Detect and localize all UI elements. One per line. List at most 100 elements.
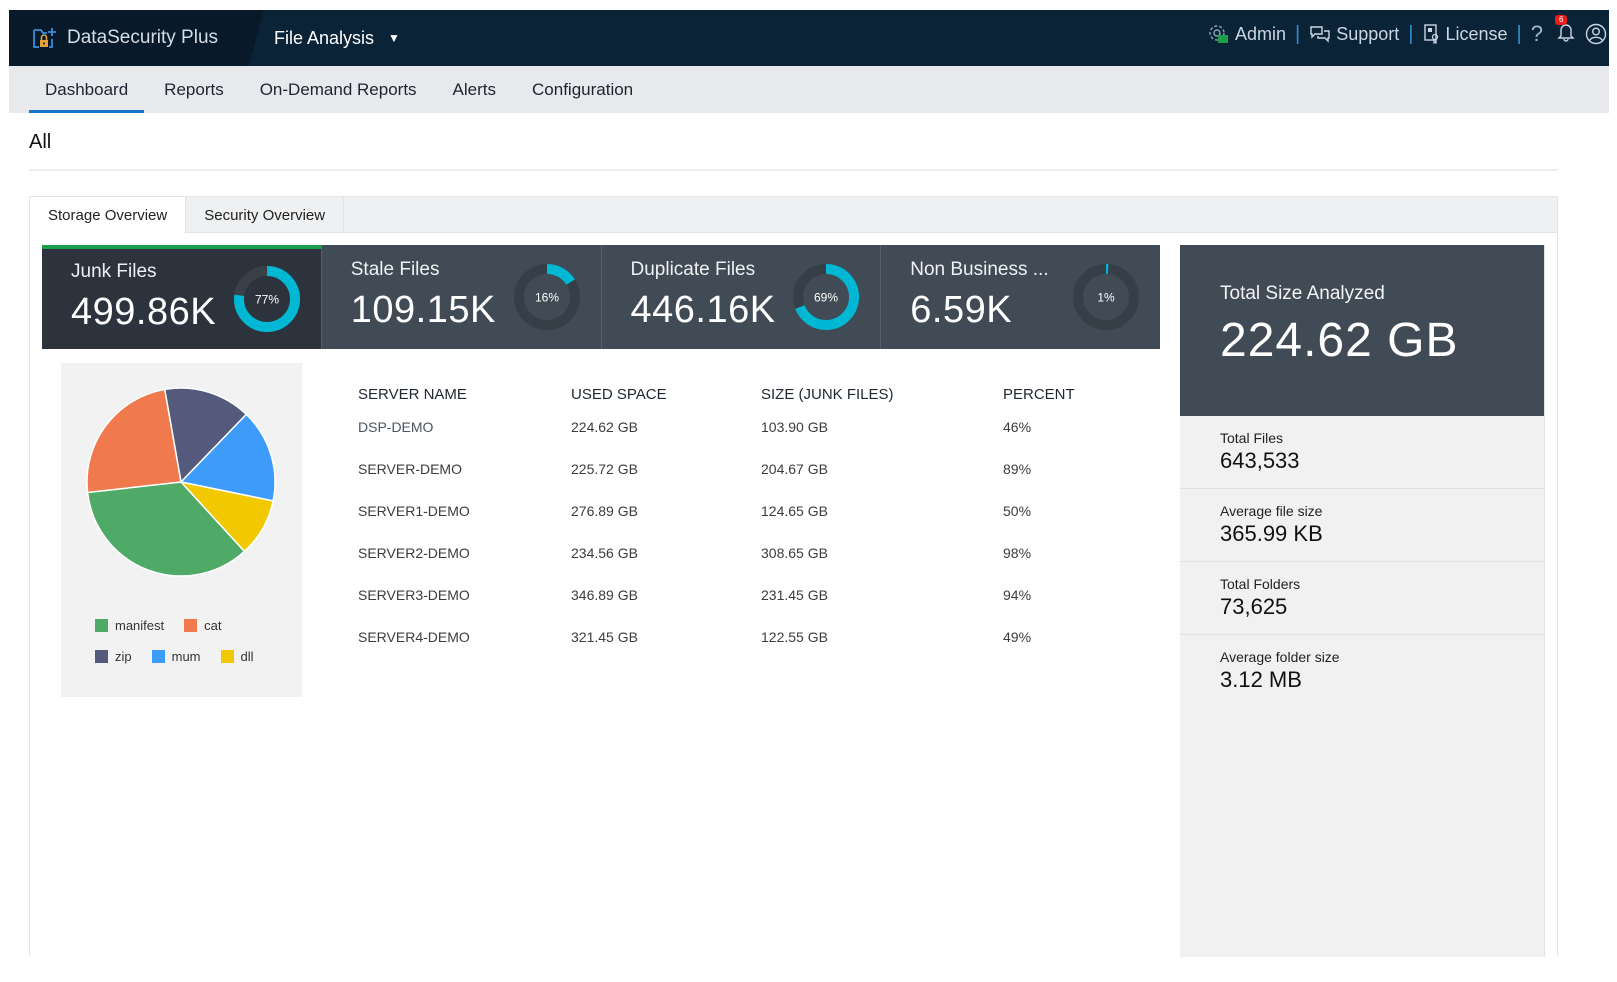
stat-total-folders: Total Folders 73,625 (1180, 562, 1544, 635)
legend-item-zip[interactable]: zip (95, 649, 132, 664)
used-space: 225.72 GB (571, 461, 638, 477)
donut-percent-label: 1% (1097, 291, 1115, 305)
nav-dashboard[interactable]: Dashboard (27, 66, 146, 113)
top-bar: DataSecurity Plus File Analysis ▼ Admin … (9, 10, 1609, 66)
card-value: 446.16K (630, 289, 776, 331)
header-used-space[interactable]: USED SPACE (571, 382, 761, 406)
server-name[interactable]: SERVER-DEMO (358, 448, 571, 490)
support-link[interactable]: Support (1309, 24, 1399, 45)
table-row[interactable]: SERVER-DEMO 225.72 GB 204.67 GB 89% (358, 448, 1123, 490)
legend-label: cat (204, 618, 222, 633)
server-name[interactable]: DSP-DEMO (358, 406, 571, 448)
notifications-button[interactable]: 6 (1555, 14, 1575, 47)
stat-value: 3.12 MB (1220, 667, 1302, 692)
separator: | (1516, 22, 1522, 45)
stat-label: Total Files (1220, 430, 1284, 446)
legend-item-manifest[interactable]: manifest (95, 618, 164, 633)
percent: 98% (1003, 545, 1032, 561)
donut-percent-label: 77% (255, 293, 279, 307)
module-selector[interactable]: File Analysis ▼ (274, 10, 400, 66)
donut-chart: 69% (793, 264, 860, 330)
legend-item-cat[interactable]: cat (184, 618, 221, 633)
stat-average-folder-size: Average folder size 3.12 MB (1180, 635, 1544, 708)
header-percent[interactable]: PERCENT (1003, 382, 1123, 406)
server-table: SERVER NAME USED SPACE SIZE (JUNK FILES)… (358, 382, 1123, 658)
stat-value: 643,533 (1220, 448, 1300, 473)
caret-down-icon: ▼ (388, 31, 400, 45)
table-row[interactable]: SERVER3-DEMO 346.89 GB 231.45 GB 94% (358, 574, 1123, 616)
legend-swatch (95, 650, 108, 663)
table-header-row: SERVER NAME USED SPACE SIZE (JUNK FILES)… (358, 382, 1123, 406)
junk-size: 124.65 GB (761, 503, 828, 519)
legend-label: mum (171, 649, 201, 664)
nav-configuration[interactable]: Configuration (514, 66, 651, 113)
legend-row: zip mum dll (95, 649, 295, 664)
card-value: 109.15K (350, 289, 496, 331)
tab-security-overview[interactable]: Security Overview (186, 197, 345, 233)
card-non-business-files[interactable]: Non Business ... 6.59K 1% (881, 245, 1160, 349)
help-icon[interactable]: ? (1531, 21, 1543, 47)
nav-reports[interactable]: Reports (146, 66, 242, 113)
legend-swatch (184, 619, 198, 632)
used-space: 346.89 GB (571, 587, 638, 603)
junk-size: 308.65 GB (761, 545, 828, 561)
pie-legend: manifest cat zip mum dll (95, 618, 295, 680)
pie-slice-cat[interactable] (86, 388, 182, 494)
license-icon (1423, 24, 1438, 44)
main-nav: Dashboard Reports On-Demand Reports Aler… (9, 66, 1609, 113)
donut-chart: 16% (513, 264, 580, 330)
legend-swatch (220, 650, 234, 663)
table-row[interactable]: SERVER4-DEMO 321.45 GB 122.55 GB 49% (358, 616, 1123, 658)
license-link[interactable]: License (1423, 24, 1508, 45)
card-label: Duplicate Files (630, 259, 756, 280)
overview-tabs: Storage Overview Security Overview (30, 197, 1557, 234)
card-duplicate-files[interactable]: Duplicate Files 446.16K 69% (601, 245, 882, 349)
header-server-name[interactable]: SERVER NAME (358, 382, 571, 406)
card-stale-files[interactable]: Stale Files 109.15K 16% (321, 245, 602, 349)
server-name[interactable]: SERVER2-DEMO (358, 532, 571, 574)
admin-label: Admin (1235, 23, 1287, 44)
card-label: Non Business ... (910, 259, 1049, 280)
legend-item-dll[interactable]: dll (220, 649, 254, 664)
module-name: File Analysis (274, 27, 375, 48)
card-junk-files[interactable]: Junk Files 499.86K 77% (42, 245, 322, 349)
card-label: Stale Files (350, 259, 440, 280)
stat-total-files: Total Files 643,533 (1180, 416, 1544, 489)
percent: 94% (1003, 587, 1032, 603)
used-space: 276.89 GB (571, 503, 638, 519)
donut-percent-label: 69% (814, 291, 838, 305)
used-space: 321.45 GB (571, 629, 638, 645)
server-name[interactable]: SERVER4-DEMO (358, 616, 571, 658)
table-row[interactable]: SERVER2-DEMO 234.56 GB 308.65 GB 98% (358, 532, 1123, 574)
header-junk-size[interactable]: SIZE (JUNK FILES) (761, 382, 1003, 406)
overview-panel: Storage Overview Security Overview Junk … (29, 196, 1558, 957)
admin-link[interactable]: Admin (1206, 23, 1286, 45)
server-name[interactable]: SERVER1-DEMO (358, 490, 571, 532)
percent: 49% (1003, 629, 1032, 645)
admin-gear-icon (1209, 25, 1229, 43)
used-space: 234.56 GB (571, 545, 638, 561)
legend-label: dll (240, 649, 254, 664)
used-space: 224.62 GB (571, 419, 638, 435)
server-name[interactable]: SERVER3-DEMO (358, 574, 571, 616)
header-links: Admin | Support | License | ? 6 (1206, 10, 1609, 58)
nav-alerts[interactable]: Alerts (435, 66, 514, 113)
table-row[interactable]: DSP-DEMO 224.62 GB 103.90 GB 46% (358, 406, 1123, 448)
percent: 50% (1003, 503, 1032, 519)
legend-row: manifest cat (95, 618, 295, 633)
percent: 89% (1003, 461, 1032, 477)
total-size-box: Total Size Analyzed 224.62 GB (1180, 245, 1544, 416)
separator: | (1408, 22, 1414, 45)
stat-value: 73,625 (1220, 594, 1288, 619)
user-profile-icon[interactable] (1585, 23, 1607, 45)
nav-on-demand-reports[interactable]: On-Demand Reports (242, 66, 435, 113)
chat-icon (1310, 26, 1330, 43)
table-row[interactable]: SERVER1-DEMO 276.89 GB 124.65 GB 50% (358, 490, 1123, 532)
total-size-label: Total Size Analyzed (1220, 283, 1385, 304)
tab-storage-overview[interactable]: Storage Overview (30, 197, 187, 234)
donut-chart: 77% (233, 266, 300, 332)
legend-item-mum[interactable]: mum (151, 649, 201, 664)
legend-swatch (95, 619, 108, 632)
support-label: Support (1336, 23, 1400, 44)
brand[interactable]: DataSecurity Plus (9, 10, 264, 66)
